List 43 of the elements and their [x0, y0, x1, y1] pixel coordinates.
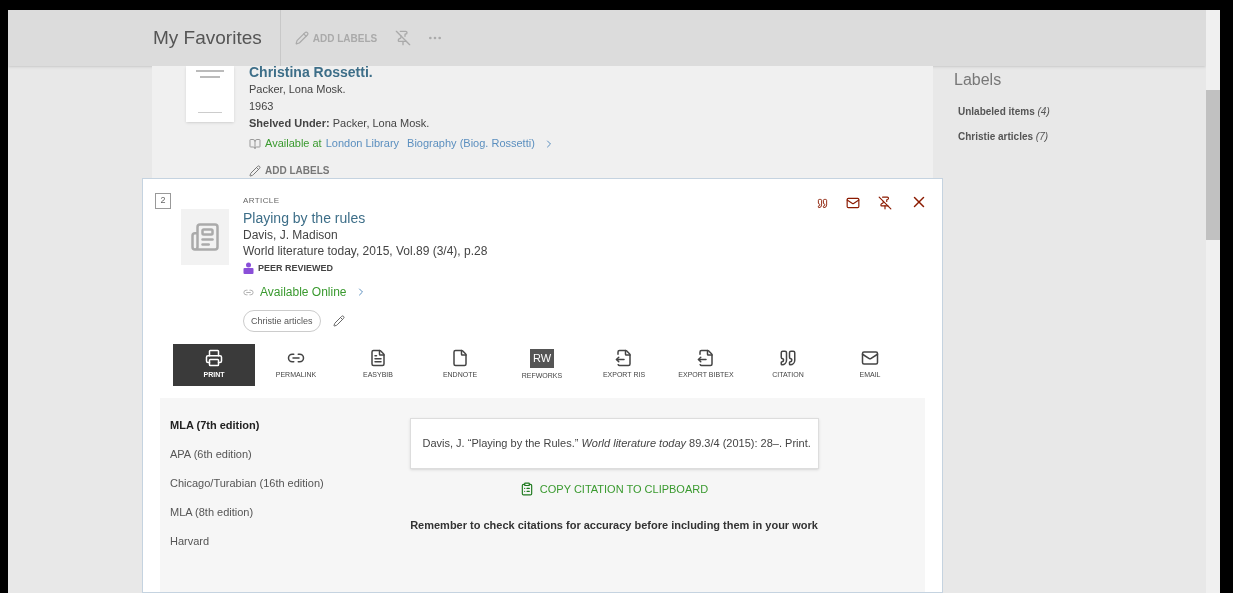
file-export-icon	[615, 349, 633, 368]
pencil-icon	[294, 31, 309, 45]
printer-icon	[205, 349, 223, 368]
refworks-badge: RW	[529, 348, 555, 368]
result-number: 2	[155, 193, 171, 209]
scrollbar[interactable]	[1206, 10, 1220, 593]
citation-style-option[interactable]: Chicago/Turabian (16th edition)	[170, 476, 330, 491]
item-author: Davis, J. Madison	[243, 227, 339, 243]
pencil-icon	[249, 164, 261, 177]
available-online-link[interactable]: Available Online	[260, 284, 347, 300]
shelved-under: Shelved Under: Packer, Lona Mosk.	[249, 116, 431, 131]
label-filter-link[interactable]: Christie articles (7)	[958, 129, 1206, 144]
accuracy-note: Remember to check citations for accuracy before including them in your work	[410, 518, 818, 533]
item-author: Packer, Lona Mosk.	[249, 82, 347, 97]
quote-icon[interactable]	[817, 198, 828, 209]
article-icon	[181, 209, 229, 265]
book-cover-icon	[186, 66, 234, 122]
mail-icon[interactable]	[846, 196, 860, 210]
add-labels-button[interactable]: ADD LABELS	[249, 162, 555, 178]
book-icon	[249, 137, 261, 150]
item-type: ARTICLE	[243, 195, 281, 207]
item-title[interactable]: Christina Rossetti.	[249, 66, 555, 81]
citation-text: Davis, J. “Playing by the Rules.” World literature today 89.3/4 (2015): 28–. Print.	[409, 418, 819, 469]
citation-style-option[interactable]: APA (6th edition)	[170, 447, 330, 462]
unpin-icon[interactable]	[878, 196, 892, 210]
item-source: World literature today, 2015, Vol.89 (3/4), p.28	[243, 243, 488, 259]
mail-icon	[861, 349, 879, 368]
availability-text: Available at	[265, 136, 322, 151]
file-export-icon	[697, 349, 715, 368]
citation-style-option[interactable]: MLA (7th edition)	[170, 418, 330, 433]
clipboard-icon	[519, 481, 534, 496]
sidebar-title: Labels	[954, 70, 1003, 90]
peer-reviewed-label: PEER REVIEWED	[258, 262, 333, 275]
label-filter-link[interactable]: Unlabeled items (4)	[958, 104, 1206, 119]
edit-labels-icon[interactable]	[332, 315, 345, 327]
file-icon	[451, 349, 469, 368]
item-title[interactable]: Playing by the rules	[243, 209, 488, 227]
quote-icon	[779, 349, 797, 368]
item-year: 1963	[249, 99, 275, 114]
peer-reviewed-icon	[243, 262, 254, 274]
citation-style-option[interactable]: Harvard	[170, 534, 330, 549]
document-icon	[369, 349, 387, 368]
citation-style-option[interactable]: MLA (8th edition)	[170, 505, 330, 520]
